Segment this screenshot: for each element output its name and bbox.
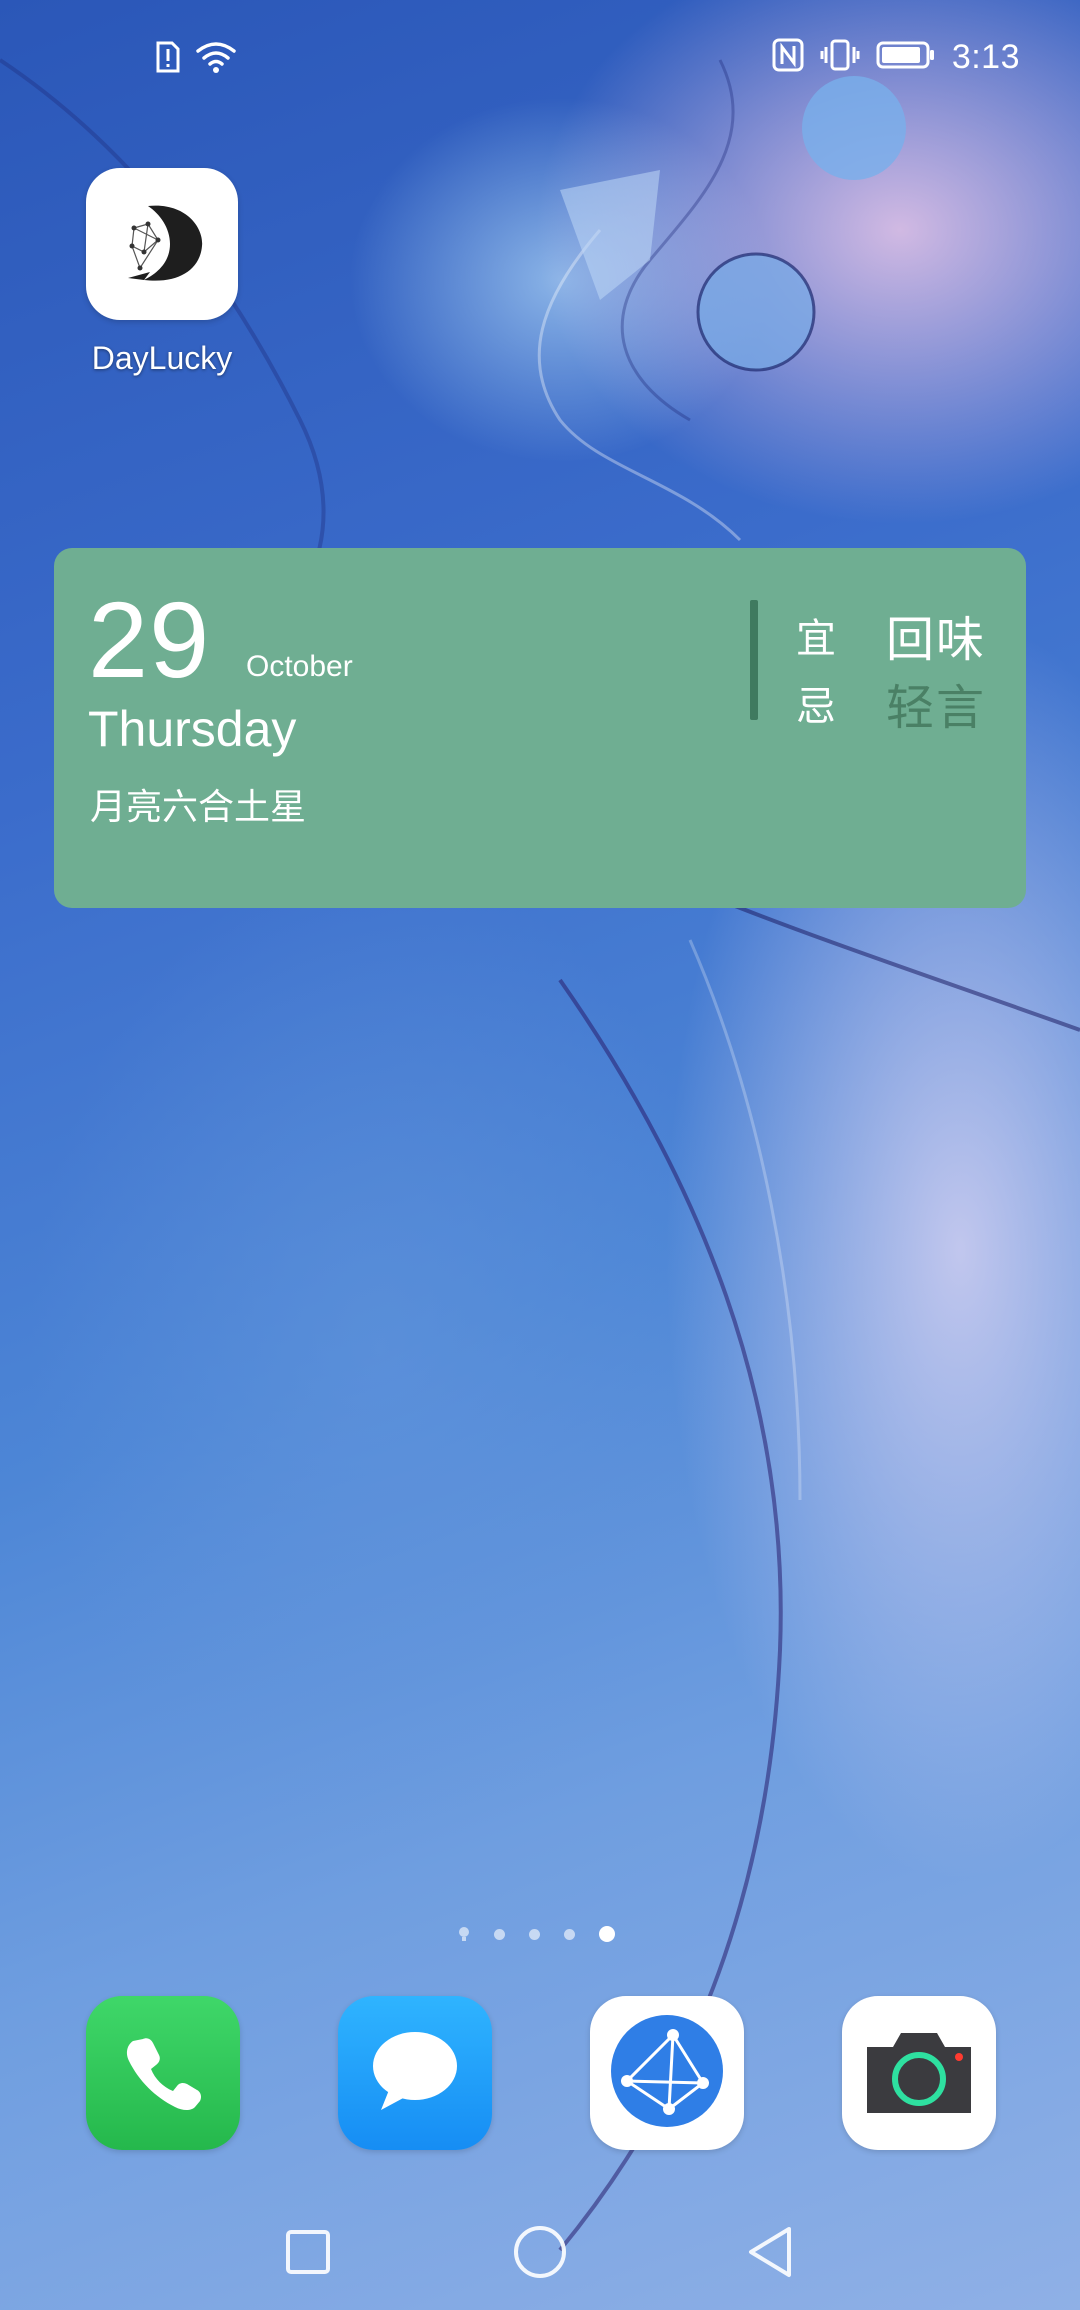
home-circle-icon [512, 2224, 568, 2285]
widget-ji-label: 忌 [796, 685, 836, 729]
page-indicator[interactable] [458, 1926, 615, 1942]
dock-phone-app[interactable] [86, 1996, 240, 2150]
back-triangle-icon [745, 2225, 795, 2284]
app-label: DayLucky [91, 340, 233, 376]
dock-browser-app[interactable] [590, 1996, 744, 2150]
page-dot[interactable] [564, 1928, 575, 1940]
app-shortcut-daylucky[interactable]: DayLucky [86, 168, 238, 377]
widget-month: October [246, 650, 353, 683]
camera-icon [859, 2025, 979, 2122]
message-bubble-icon [367, 2026, 463, 2121]
nav-home-button[interactable] [510, 2224, 570, 2284]
home-screen: 3:13 DayLucky 29 October Thursday 月亮六合土星… [0, 0, 1080, 2310]
vibrate-icon [820, 38, 860, 77]
widget-astro-aspect: 月亮六合土星 [90, 786, 307, 827]
widget-yi-row: 宜 回味 [796, 600, 986, 670]
wifi-icon [195, 40, 237, 79]
status-bar: 3:13 [0, 0, 1080, 120]
nfc-icon [772, 38, 804, 77]
status-right-icons: 3:13 [772, 38, 1020, 77]
daylucky-logo-icon [114, 194, 210, 295]
widget-weekday: Thursday [88, 701, 297, 757]
widget-yi-label: 宜 [796, 617, 836, 661]
dock [0, 1996, 1080, 2152]
dock-messages-app[interactable] [338, 1996, 492, 2150]
status-time: 3:13 [951, 38, 1020, 76]
phone-icon [121, 2029, 205, 2118]
browser-globe-icon [607, 2011, 727, 2136]
navigation-bar [0, 2206, 1080, 2310]
daylucky-widget[interactable]: 29 October Thursday 月亮六合土星 宜 回味 忌 轻言 [54, 548, 1026, 908]
nav-recents-button[interactable] [278, 2224, 338, 2284]
daylucky-app-icon[interactable] [86, 168, 238, 320]
widget-ji-row: 忌 轻言 [796, 668, 986, 738]
widget-ji-value: 轻言 [886, 682, 987, 735]
recents-square-icon [284, 2228, 332, 2281]
widget-divider [750, 600, 758, 720]
nav-back-button[interactable] [740, 2224, 800, 2284]
dock-camera-app[interactable] [842, 1996, 996, 2150]
page-dot-active[interactable] [599, 1926, 615, 1942]
widget-yi-value: 回味 [886, 614, 987, 667]
widget-day: 29 [88, 579, 211, 700]
battery-icon [876, 40, 936, 75]
page-dot[interactable] [494, 1928, 505, 1940]
sim-alert-icon [155, 40, 181, 79]
hint-bulb-icon[interactable] [458, 1926, 470, 1942]
status-left-icons [155, 40, 237, 79]
page-dot[interactable] [529, 1928, 540, 1940]
